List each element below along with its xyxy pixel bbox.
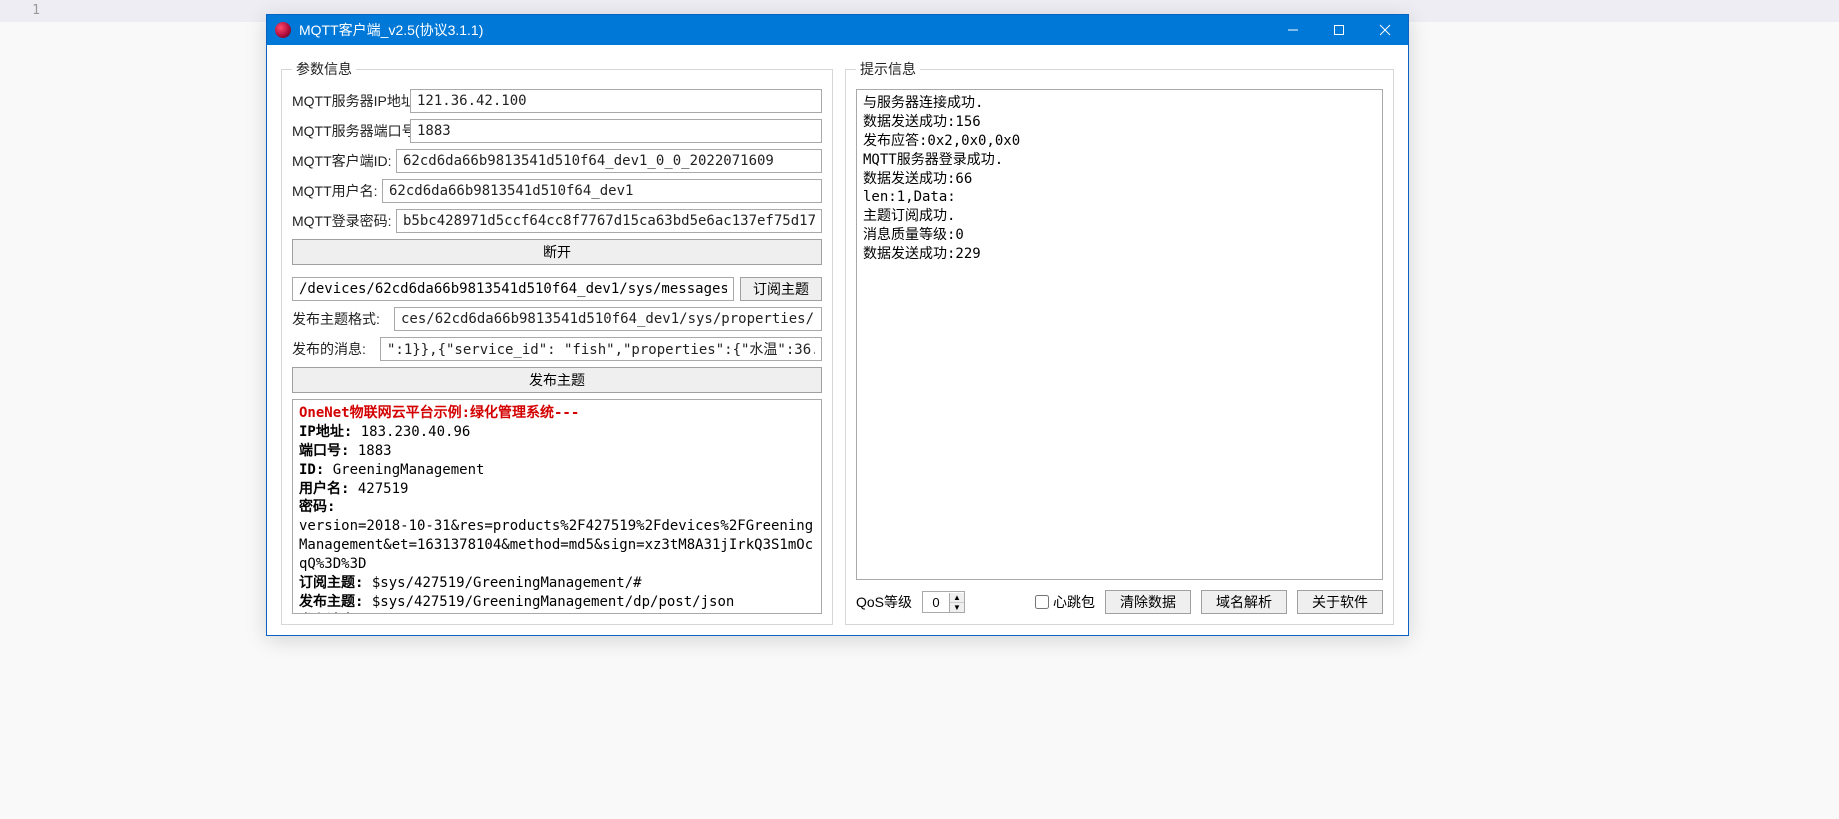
username-label: MQTT用户名: bbox=[292, 181, 376, 201]
password-label: MQTT登录密码: bbox=[292, 211, 390, 231]
about-button[interactable]: 关于软件 bbox=[1297, 590, 1383, 614]
ex-ip-v: 183.230.40.96 bbox=[352, 424, 470, 440]
params-group: 参数信息 MQTT服务器IP地址: MQTT服务器端口号: MQTT客户端ID:… bbox=[281, 59, 833, 625]
ex-pub-k: 发布主题: bbox=[299, 594, 363, 610]
heartbeat-checkbox[interactable]: 心跳包 bbox=[1035, 592, 1095, 612]
publish-format-label: 发布主题格式: bbox=[292, 309, 388, 329]
ex-id-v: GreeningManagement bbox=[324, 462, 484, 478]
ex-msg-v: {"id":666,"dp":{"temperature":[{"v":21}]… bbox=[363, 613, 810, 614]
close-button[interactable] bbox=[1362, 15, 1408, 45]
example-header: OneNet物联网云平台示例:绿化管理系统--- bbox=[299, 405, 579, 421]
qos-label: QoS等级 bbox=[856, 592, 912, 612]
params-legend: 参数信息 bbox=[292, 59, 356, 79]
editor-line-number: 1 bbox=[0, 0, 50, 22]
heartbeat-input[interactable] bbox=[1035, 595, 1049, 609]
ex-port-v: 1883 bbox=[349, 443, 391, 459]
example-textarea[interactable]: OneNet物联网云平台示例:绿化管理系统--- IP地址: 183.230.4… bbox=[292, 399, 822, 614]
maximize-button[interactable] bbox=[1316, 15, 1362, 45]
publish-button[interactable]: 发布主题 bbox=[292, 367, 822, 393]
ex-ip-k: IP地址: bbox=[299, 424, 352, 440]
qos-value[interactable] bbox=[923, 592, 949, 612]
titlebar[interactable]: MQTT客户端_v2.5(协议3.1.1) bbox=[267, 15, 1408, 45]
ex-user-k: 用户名: bbox=[299, 481, 349, 497]
subscribe-topic-input[interactable] bbox=[292, 277, 734, 301]
log-output[interactable]: 与服务器连接成功. 数据发送成功:156 发布应答:0x2,0x0,0x0 MQ… bbox=[856, 89, 1383, 580]
ex-pass-v: version=2018-10-31&res=products%2F427519… bbox=[299, 518, 813, 572]
ex-pub-v: $sys/427519/GreeningManagement/dp/post/j… bbox=[363, 594, 734, 610]
publish-format-input[interactable] bbox=[394, 307, 822, 331]
ex-sub-k: 订阅主题: bbox=[299, 575, 363, 591]
ex-user-v: 427519 bbox=[349, 481, 408, 497]
qos-down-icon[interactable]: ▼ bbox=[950, 603, 964, 612]
port-input[interactable] bbox=[410, 119, 822, 143]
ip-label: MQTT服务器IP地址: bbox=[292, 91, 404, 111]
ex-port-k: 端口号: bbox=[299, 443, 349, 459]
minimize-button[interactable] bbox=[1270, 15, 1316, 45]
heartbeat-label: 心跳包 bbox=[1053, 592, 1095, 612]
disconnect-button[interactable]: 断开 bbox=[292, 239, 822, 265]
publish-message-input[interactable] bbox=[380, 337, 822, 361]
ip-input[interactable] bbox=[410, 89, 822, 113]
publish-message-label: 发布的消息: bbox=[292, 339, 374, 359]
port-label: MQTT服务器端口号: bbox=[292, 121, 404, 141]
username-input[interactable] bbox=[382, 179, 822, 203]
ex-sub-v: $sys/427519/GreeningManagement/# bbox=[363, 575, 641, 591]
dns-button[interactable]: 域名解析 bbox=[1201, 590, 1287, 614]
password-input[interactable] bbox=[396, 209, 822, 233]
ex-id-k: ID: bbox=[299, 462, 324, 478]
subscribe-button[interactable]: 订阅主题 bbox=[740, 277, 822, 301]
window-title: MQTT客户端_v2.5(协议3.1.1) bbox=[299, 20, 1270, 40]
qos-up-icon[interactable]: ▲ bbox=[950, 593, 964, 603]
app-window: MQTT客户端_v2.5(协议3.1.1) 参数信息 MQTT服务器IP地址: … bbox=[266, 14, 1409, 636]
ex-pass-k: 密码: bbox=[299, 499, 335, 515]
app-icon bbox=[275, 22, 291, 38]
qos-spinner[interactable]: ▲ ▼ bbox=[922, 591, 965, 613]
clear-button[interactable]: 清除数据 bbox=[1105, 590, 1191, 614]
hints-legend: 提示信息 bbox=[856, 59, 920, 79]
ex-msg-k: 发布消息: bbox=[299, 613, 363, 614]
client-id-label: MQTT客户端ID: bbox=[292, 151, 390, 171]
client-id-input[interactable] bbox=[396, 149, 822, 173]
hints-group: 提示信息 与服务器连接成功. 数据发送成功:156 发布应答:0x2,0x0,0… bbox=[845, 59, 1394, 625]
